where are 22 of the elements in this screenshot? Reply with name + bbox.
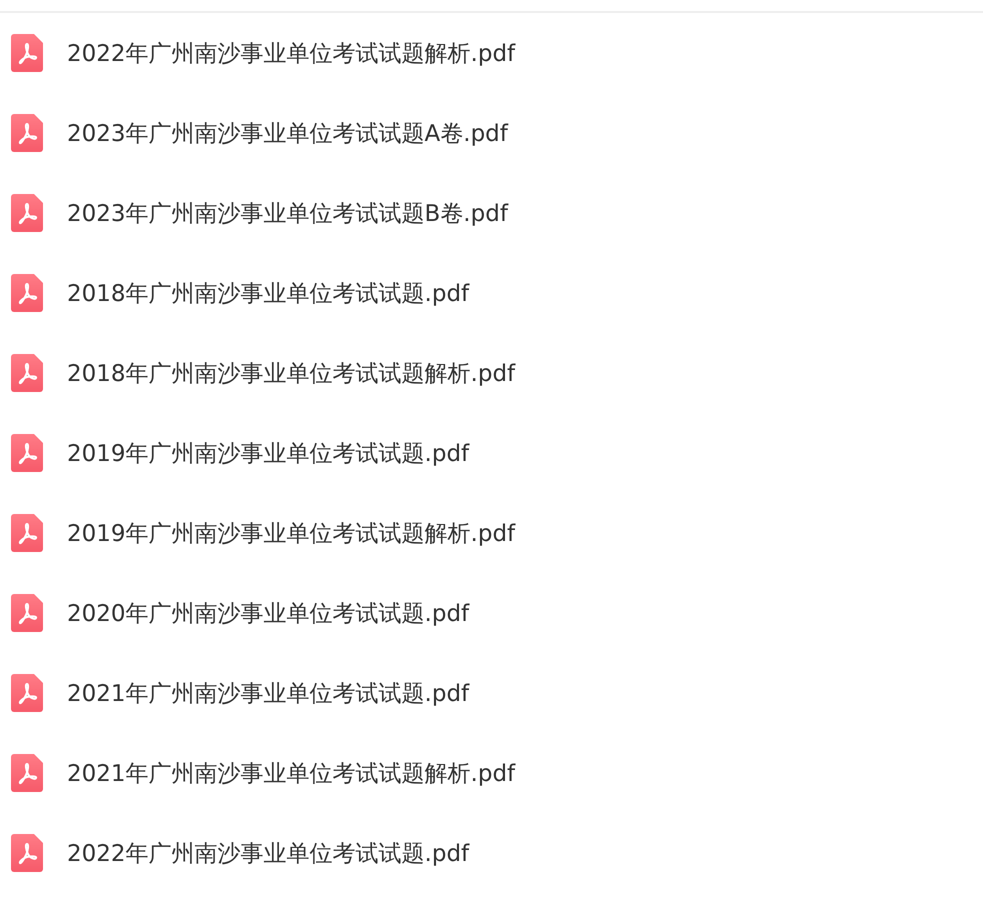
pdf-file-icon bbox=[11, 434, 43, 472]
file-name[interactable]: 2019年广州南沙事业单位考试试题.pdf bbox=[67, 438, 470, 468]
file-name[interactable]: 2021年广州南沙事业单位考试试题.pdf bbox=[67, 678, 470, 708]
file-name[interactable]: 2022年广州南沙事业单位考试试题解析.pdf bbox=[67, 38, 516, 68]
file-name[interactable]: 2018年广州南沙事业单位考试试题解析.pdf bbox=[67, 358, 516, 388]
file-name[interactable]: 2019年广州南沙事业单位考试试题解析.pdf bbox=[67, 518, 516, 548]
file-name[interactable]: 2022年广州南沙事业单位考试试题.pdf bbox=[67, 838, 470, 868]
file-name[interactable]: 2023年广州南沙事业单位考试试题B卷.pdf bbox=[67, 198, 508, 228]
pdf-file-icon bbox=[11, 354, 43, 392]
pdf-file-icon bbox=[11, 834, 43, 872]
pdf-file-icon bbox=[11, 114, 43, 152]
pdf-file-icon bbox=[11, 34, 43, 72]
pdf-file-icon bbox=[11, 194, 43, 232]
pdf-file-icon bbox=[11, 274, 43, 312]
pdf-file-icon bbox=[11, 594, 43, 632]
pdf-file-icon bbox=[11, 674, 43, 712]
pdf-file-icon bbox=[11, 754, 43, 792]
pdf-file-icon bbox=[11, 514, 43, 552]
file-name[interactable]: 2020年广州南沙事业单位考试试题.pdf bbox=[67, 598, 470, 628]
file-name[interactable]: 2023年广州南沙事业单位考试试题A卷.pdf bbox=[67, 118, 508, 148]
file-name[interactable]: 2021年广州南沙事业单位考试试题解析.pdf bbox=[67, 758, 516, 788]
file-name[interactable]: 2018年广州南沙事业单位考试试题.pdf bbox=[67, 278, 470, 308]
